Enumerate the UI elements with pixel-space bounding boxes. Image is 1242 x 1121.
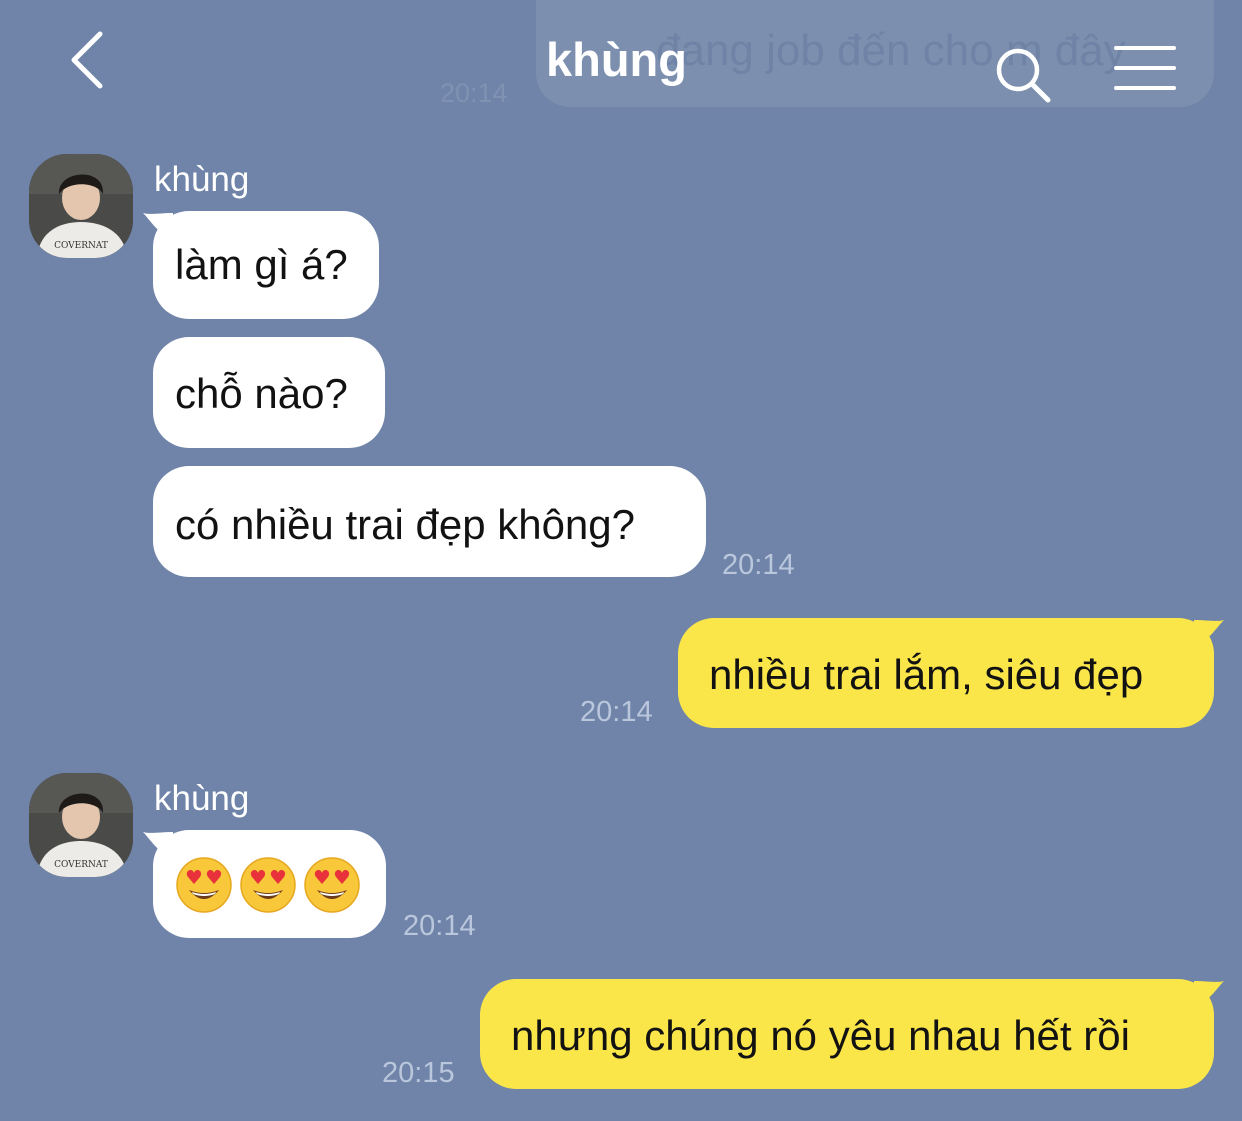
sender-avatar[interactable]: COVERNAT (29, 154, 133, 258)
svg-text:COVERNAT: COVERNAT (54, 860, 108, 870)
emoji-message (175, 856, 361, 914)
message-time: 20:14 (403, 910, 476, 942)
heart-eyes-emoji (240, 857, 296, 913)
back-button[interactable] (60, 28, 120, 92)
message-text: có nhiều trai đẹp không? (175, 501, 636, 548)
message-bubble-incoming[interactable]: làm gì á? (143, 211, 379, 319)
message-time: 20:14 (580, 696, 653, 728)
profile-photo: COVERNAT (29, 773, 133, 877)
bubble-tail (143, 832, 173, 858)
sender-name: khùng (154, 160, 250, 199)
message-text: nhưng chúng nó yêu nhau hết rồi (511, 1012, 1130, 1059)
message-bubble-outgoing[interactable]: nhưng chúng nó yêu nhau hết rồi (480, 979, 1224, 1089)
profile-photo: COVERNAT (29, 154, 133, 258)
heart-eyes-emoji (304, 857, 360, 913)
message-text: nhiều trai lắm, siêu đẹp (709, 651, 1144, 698)
message-bubble-incoming[interactable]: có nhiều trai đẹp không? (153, 466, 706, 577)
message-bubble-incoming[interactable]: chỗ nào? (153, 337, 385, 448)
message-text: làm gì á? (175, 241, 348, 288)
sender-avatar[interactable]: COVERNAT (29, 773, 133, 877)
chevron-left-icon (71, 31, 103, 89)
message-bubble-outgoing[interactable]: nhiều trai lắm, siêu đẹp (678, 618, 1224, 728)
bubble-tail (143, 213, 173, 239)
menu-button[interactable] (1114, 46, 1178, 92)
bubble-tail (1194, 620, 1224, 646)
message-time: 20:14 (722, 549, 795, 581)
bubble-tail (1194, 981, 1224, 1007)
search-button[interactable] (994, 46, 1052, 104)
message-text: chỗ nào? (175, 370, 348, 417)
search-icon (996, 48, 1051, 103)
svg-text:COVERNAT: COVERNAT (54, 241, 108, 251)
chat-title: khùng (546, 33, 687, 86)
chat-screen: đang job đến cho m đây 20:14 khùng COVER… (0, 0, 1242, 1121)
pinned-message-time: 20:14 (440, 78, 508, 108)
pinned-message-text: đang job đến cho m đây (656, 26, 1126, 75)
heart-eyes-emoji (176, 857, 232, 913)
sender-name: khùng (154, 779, 250, 818)
message-time: 20:15 (382, 1057, 455, 1089)
message-bubble-incoming[interactable] (143, 830, 386, 938)
